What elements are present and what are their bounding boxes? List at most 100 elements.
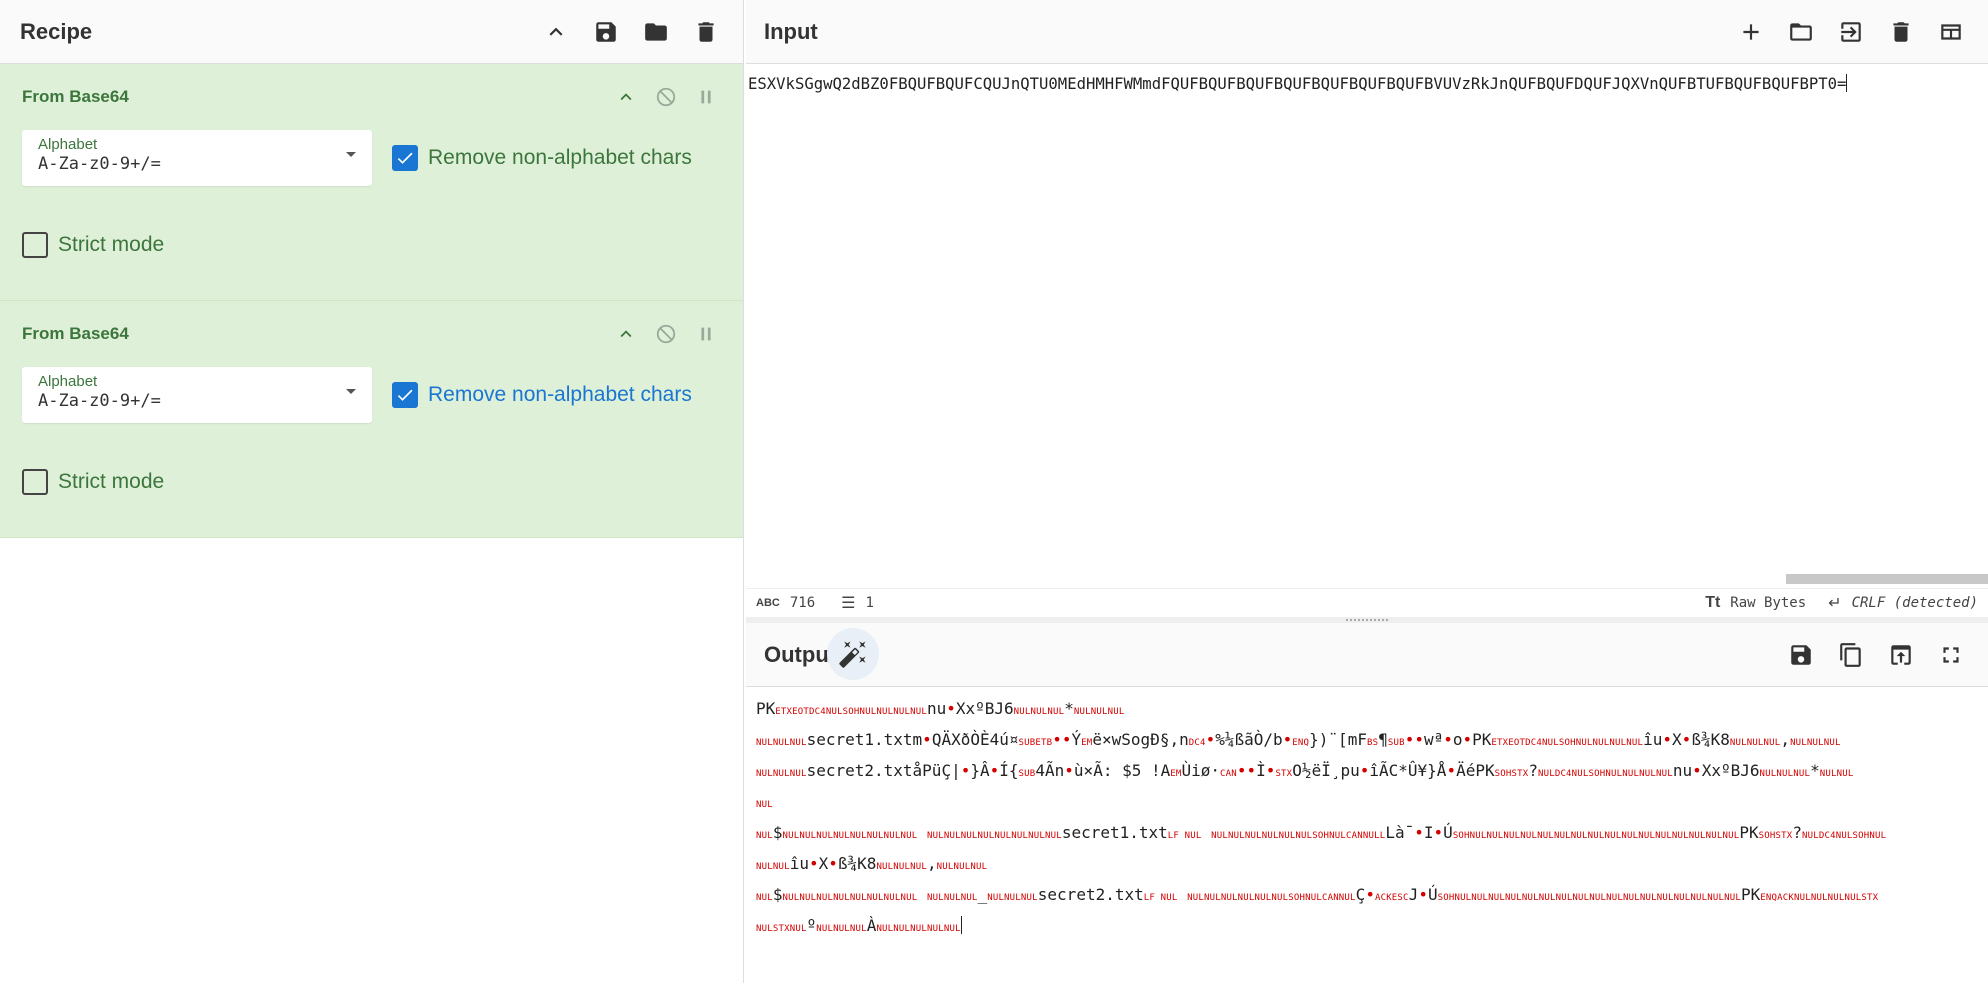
output-title: Output [764,641,837,667]
open-file-icon[interactable] [1834,15,1868,49]
output-fragment: ß¾K8 [837,854,877,873]
unprintable-dot: • [808,854,819,873]
reset-layout-icon[interactable] [1934,15,1968,49]
control-char: SUBETB [1018,738,1053,748]
text-cursor [960,916,962,934]
output-fragment: XxºBJ6 [955,699,1014,718]
collapse-operation-icon[interactable] [615,323,637,345]
unprintable-dot: • [989,761,1000,780]
lines-icon: ☰ [841,595,856,612]
operation-title: From Base64 [22,87,129,106]
control-char: NULNULNULNULNULNULSOHNULCANNUL [1187,893,1356,903]
cyberchef-app: Recipe From Base64 Alphabet A-Za-z0-9+/=… [0,0,1988,983]
magic-wand-icon[interactable] [827,628,879,680]
input-text: ESXVkSGgwQ2dBZ0FBQUFBQUFCQUJnQTU0MEdHMHF… [748,75,1847,93]
checkbox-checked-icon[interactable] [392,145,418,171]
control-char: NULNULNULNULNULNULNULNUL [926,831,1062,841]
control-char: ETXEOTDC4NULSOHNULNULNULNUL [775,707,927,717]
control-char: NUL [756,831,773,841]
output-fragment: Ú [1443,823,1453,842]
unprintable-dot: • [1414,823,1424,842]
control-char: NULSTXNUL [756,924,807,934]
copy-output-icon[interactable] [1834,638,1868,672]
output-fragment: nu [1672,761,1693,780]
disable-operation-icon[interactable] [655,86,677,108]
strict-mode-toggle[interactable]: Strict mode [22,469,164,495]
collapse-operation-icon[interactable] [615,86,637,108]
strict-mode-row: Strict mode [22,469,721,495]
output-fragment: PK [1472,730,1492,749]
control-char: SOHSTX [1494,769,1529,779]
operation-title: From Base64 [22,324,129,343]
load-recipe-icon[interactable] [639,15,673,49]
text-format-icon: Tt [1705,594,1721,611]
unprintable-dot: •• [1236,761,1257,780]
output-line: NULSTXNULºNULNULNULÀNULNULNULNULNUL [756,912,1981,943]
checkbox-checked-icon[interactable] [392,382,418,408]
remove-non-alphabet-label: Remove non-alphabet chars [428,383,692,406]
output-fragment: îu [1643,730,1663,749]
control-char: NULDC4NULSOHNULNULNULNUL [1537,769,1673,779]
input-textarea[interactable]: ESXVkSGgwQ2dBZ0FBQUFBQUFCQUJnQTU0MEdHMHF… [746,64,1988,574]
strict-mode-toggle[interactable]: Strict mode [22,232,164,258]
output-fragment: %¼ßãÒ/b [1215,730,1283,749]
remove-non-alphabet-toggle[interactable]: Remove non-alphabet chars [392,382,692,408]
alphabet-select[interactable]: Alphabet A-Za-z0-9+/= [22,367,372,423]
output-fragment: Í{ [999,761,1019,780]
clear-recipe-icon[interactable] [689,15,723,49]
control-char: LF NUL [1143,893,1178,903]
output-fragment: secret1.txt [1061,823,1168,842]
output-text[interactable]: PKETXEOTDC4NULSOHNULNULNULNULnu•XxºBJ6NU… [756,695,1981,943]
operation-header: From Base64 [22,64,721,130]
open-folder-icon[interactable] [1784,15,1818,49]
remove-non-alphabet-label: Remove non-alphabet chars [428,146,692,169]
pause-operation-icon[interactable] [695,323,717,345]
disable-operation-icon[interactable] [655,323,677,345]
unprintable-dot: • [1446,761,1457,780]
save-output-icon[interactable] [1784,638,1818,672]
output-fragment: Ý [1071,730,1082,749]
unprintable-dot: • [1462,730,1473,749]
pause-operation-icon[interactable] [695,86,717,108]
output-fragment: ? [1792,823,1802,842]
add-tab-icon[interactable] [1734,15,1768,49]
clear-input-icon[interactable] [1884,15,1918,49]
unprintable-dot: •• [1052,730,1072,749]
control-char: NUL [756,800,773,810]
output-fragment [1177,885,1187,904]
remove-non-alphabet-toggle[interactable]: Remove non-alphabet chars [392,145,692,171]
maximise-icon[interactable] [1934,638,1968,672]
operation-controls [615,323,717,345]
save-recipe-icon[interactable] [589,15,623,49]
operation-from-base64-2: From Base64 Alphabet A-Za-z0-9+/= Remove… [0,301,743,538]
unprintable-dot: • [1205,730,1216,749]
collapse-all-icon[interactable] [539,15,573,49]
control-char: NULNULNUL [1729,738,1781,748]
control-char: NULNULNUL [1013,707,1065,717]
output-fragment: QÄXðÒÈ4ú¤ [931,730,1019,749]
recipe-toolbar [539,15,723,49]
strict-mode-row: Strict mode [22,232,721,258]
output-fragment: , [1780,730,1791,749]
checkbox-unchecked-icon[interactable] [22,232,48,258]
alphabet-value: A-Za-z0-9+/= [38,391,161,411]
line-count: 1 [865,595,874,611]
input-status-bar: ABC 716 ☰ 1 Tt Raw Bytes ↵ CRLF (detecte… [746,588,1988,617]
control-char: NULNULNUL [756,769,807,779]
unprintable-dot: •• [1404,730,1424,749]
horizontal-scrollbar[interactable] [1786,574,1988,584]
eol-sequence[interactable]: CRLF (detected) [1852,595,1978,611]
unprintable-dot: • [1433,823,1444,842]
control-char: NULDC4NULSOHNUL [1801,831,1887,841]
control-char: NULNULNUL [756,738,807,748]
alphabet-select[interactable]: Alphabet A-Za-z0-9+/= [22,130,372,186]
unprintable-dot: • [828,854,838,873]
checkbox-unchecked-icon[interactable] [22,469,48,495]
output-fragment [917,885,927,904]
output-fragment: X [818,854,829,873]
chr-encoding[interactable]: Raw Bytes [1730,595,1806,611]
control-char: SUB [1018,769,1036,779]
replace-input-icon[interactable] [1884,638,1918,672]
output-fragment: _ [977,885,988,904]
operation-args-row: Alphabet A-Za-z0-9+/= Remove non-alphabe… [22,367,721,423]
